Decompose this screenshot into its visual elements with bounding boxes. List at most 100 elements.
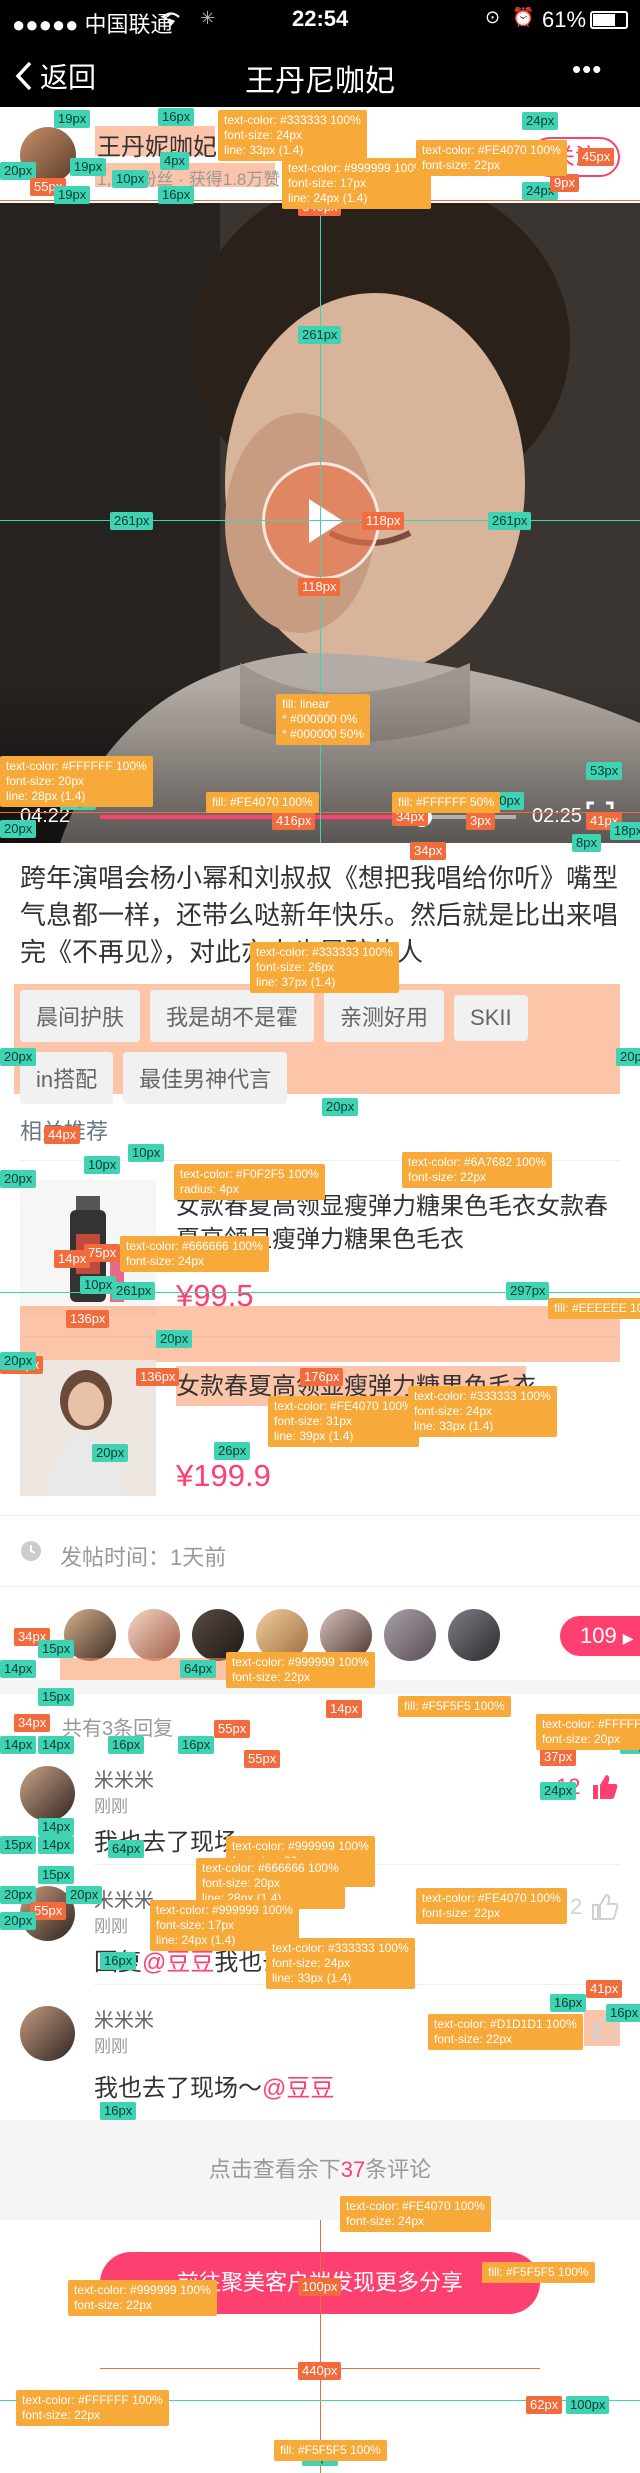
spacing-tag: 100px	[298, 2278, 342, 2296]
more-button[interactable]: •••	[572, 54, 602, 85]
spacing-tag: 15px	[38, 1866, 75, 1884]
post-time-row: 发帖时间：1天前	[0, 1515, 640, 1587]
spec-note: text-color: #6A7682 100% font-size: 22px	[402, 1152, 553, 1188]
comment-user[interactable]: 米米米	[94, 1764, 154, 1793]
comment-time: 刚刚	[94, 1917, 128, 1936]
spec-note: text-color: #333333 100% font-size: 24px…	[408, 1386, 557, 1437]
comment-user[interactable]: 米米米	[94, 2004, 154, 2033]
comment-avatar[interactable]	[20, 1766, 75, 1821]
more-comments-count: 37	[340, 2157, 366, 2182]
spacing-tag: 14px	[38, 1736, 75, 1754]
duration: 02:25	[532, 805, 583, 827]
chevron-right-icon: ▶	[622, 1630, 634, 1646]
wifi-icon	[160, 7, 182, 33]
spec-note: fill: #F5F5F5 100%	[482, 2262, 595, 2283]
spec-note: fill: #F5F5F5 100%	[398, 1696, 511, 1717]
spacing-tag: 3px	[466, 812, 495, 830]
spacing-tag: 20px	[616, 1048, 640, 1066]
spec-note: text-color: #FE4070 100% font-size: 22px	[416, 1888, 567, 1924]
spacing-tag: 14px	[38, 1818, 75, 1836]
spec-note: text-color: #FFFFFF 100% font-size: 20px…	[0, 756, 153, 807]
play-icon	[309, 499, 343, 543]
tag-item[interactable]: 晨间护肤	[20, 990, 141, 1042]
spacing-tag: 20px	[322, 1098, 359, 1116]
spacing-tag: 416px	[272, 812, 316, 830]
chevron-left-icon	[15, 61, 32, 91]
spacing-tag: 20px	[92, 1444, 129, 1462]
comment-time: 刚刚	[94, 2037, 128, 2056]
battery-percent: 61%	[542, 7, 587, 32]
author-name: 王丹妮咖妃	[97, 134, 217, 161]
spec-note: fill: #FFFFFF 50%	[392, 792, 501, 813]
mention-link[interactable]: @豆豆	[142, 1949, 214, 1976]
back-button[interactable]: 返回	[14, 56, 96, 96]
guide-line	[320, 203, 321, 843]
more-comments-prefix: 点击查看余下	[208, 2157, 341, 2182]
spec-note: text-color: #F0F2F5 100% radius: 4px	[174, 1164, 325, 1200]
spacing-tag: 100px	[566, 2396, 610, 2414]
tag-item[interactable]: 亲测好用	[324, 990, 445, 1042]
spec-note: text-color: #333333 100% font-size: 26px…	[250, 942, 399, 993]
spacing-tag: 297px	[506, 1282, 550, 1300]
spacing-tag: 34px	[410, 842, 447, 860]
guide-line	[0, 812, 640, 813]
spacing-tag: 64px	[108, 1840, 145, 1858]
spacing-tag: 16px	[606, 2004, 640, 2022]
clock: 22:54	[292, 6, 349, 31]
spacing-tag: 20px	[0, 820, 37, 838]
spacing-tag: 62px	[526, 2396, 563, 2414]
spacing-tag: 136px	[66, 1310, 110, 1328]
spacing-tag: 261px	[298, 326, 342, 344]
spacing-tag: 26px	[214, 1442, 251, 1460]
spacing-tag: 10px	[84, 1156, 121, 1174]
clock-icon	[21, 1541, 41, 1561]
spacing-tag: 118px	[298, 578, 341, 596]
spacing-tag: 10px	[128, 1144, 165, 1162]
spec-note: text-color: #666666 100% font-size: 24px	[120, 1236, 269, 1272]
spacing-tag: 261px	[112, 1282, 156, 1300]
avatar[interactable]	[448, 1609, 500, 1661]
spec-note: fill: linear * #000000 0% * #000000 50%	[276, 694, 371, 745]
thumbs-up-icon[interactable]	[590, 1772, 620, 1802]
likes-count: 109	[580, 1623, 617, 1648]
battery-icon	[590, 11, 628, 29]
tag-list: 晨间护肤 我是胡不是霍 亲测好用 SKIIin搭配 最佳男神代言	[20, 990, 620, 1114]
spacing-tag: 55px	[214, 1720, 251, 1738]
avatar[interactable]	[128, 1609, 180, 1661]
spacing-tag: 20px	[0, 1352, 37, 1370]
comment-like-count: 2	[570, 1894, 583, 1919]
tag-item[interactable]: 我是胡不是霍	[150, 990, 315, 1042]
avatar[interactable]	[384, 1609, 436, 1661]
alarm-icon: ⏰	[512, 7, 535, 27]
more-comments-link[interactable]: 点击查看余下37条评论	[0, 2120, 640, 2220]
spacing-tag: 261px	[488, 512, 532, 530]
loading-icon: ✳	[200, 8, 216, 28]
spacing-tag: 10px	[112, 170, 149, 188]
spec-note: text-color: #999999 100% font-size: 22px	[68, 2280, 217, 2316]
spacing-tag: 176px	[300, 1368, 344, 1386]
spacing-tag: 14px	[54, 1250, 91, 1268]
spacing-tag: 16px	[100, 2102, 137, 2120]
likes-count-button[interactable]: 109 ▶	[560, 1616, 640, 1656]
tag-item[interactable]: 最佳男神代言	[123, 1052, 288, 1104]
comment-user[interactable]: 米米米	[94, 1884, 154, 1913]
spacing-tag: 19px	[54, 110, 91, 128]
spacing-tag: 14px	[38, 1836, 75, 1854]
annotation-highlight	[20, 1306, 620, 1362]
spec-note: text-color: #D1D1D1 100% font-size: 22px	[428, 2014, 583, 2050]
thumbs-up-icon[interactable]	[590, 1892, 620, 1922]
spacing-tag: 24px	[522, 112, 559, 130]
spacing-tag: 14px	[326, 1700, 363, 1718]
spacing-tag: 16px	[178, 1736, 215, 1754]
tag-item[interactable]: SKII	[454, 995, 528, 1041]
spec-note: text-color: #FE4070 100% font-size: 24px	[340, 2196, 491, 2232]
status-bar: ●●●●● 中国联通 ✳ 22:54 ⊙ ⏰ 61%	[0, 0, 640, 40]
comment-text: 我也去了现场～@豆豆	[94, 2068, 334, 2103]
spacing-tag: 53px	[586, 762, 623, 780]
spacing-tag: 440px	[298, 2362, 342, 2380]
comment-avatar[interactable]	[20, 2006, 75, 2061]
spacing-tag: 9px	[550, 174, 579, 192]
mention-link[interactable]: @豆豆	[262, 2075, 334, 2102]
spacing-tag: 45px	[578, 148, 615, 166]
spec-note: text-color: #999999 100% font-size: 17px…	[282, 158, 431, 209]
